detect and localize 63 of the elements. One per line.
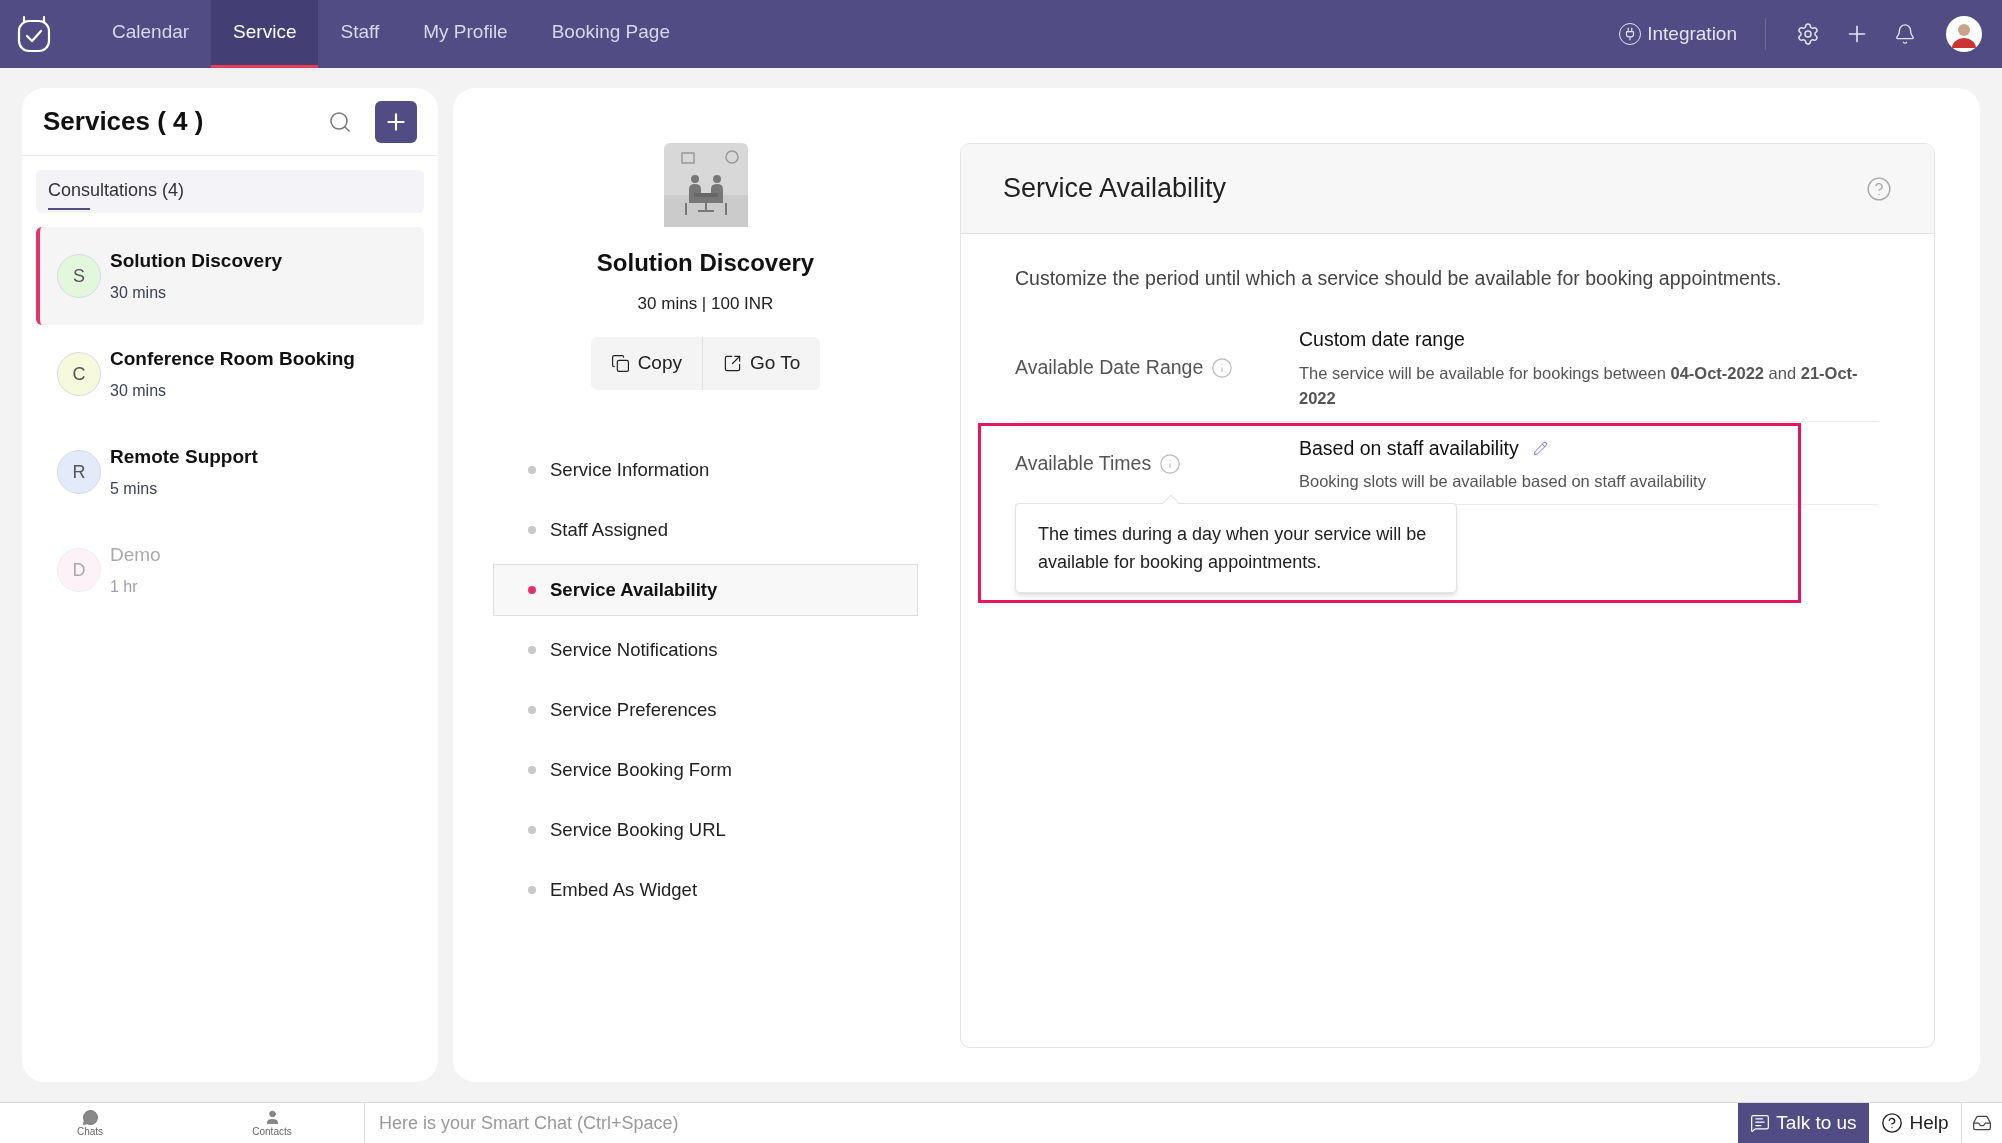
help-button[interactable]: Help — [1869, 1103, 1962, 1143]
tooltip-text: The times during a day when your service will be available for booking appointments. — [1038, 523, 1428, 574]
card-description: Customize the period until which a service should be available for booking appointments. — [1015, 266, 1783, 291]
avatar-icon[interactable] — [1946, 16, 1982, 52]
nav-tab[interactable]: Booking Page — [529, 0, 692, 68]
section-menu-item[interactable]: Embed As Widget — [493, 863, 918, 916]
section-menu-item[interactable]: Service Preferences — [493, 683, 918, 736]
setting-label: Available Times — [1015, 451, 1152, 476]
chat-bubble-icon — [81, 1109, 99, 1126]
service-avatar: S — [57, 254, 101, 298]
nav-tab[interactable]: Service — [211, 0, 319, 68]
settings-icon[interactable] — [1796, 22, 1820, 46]
notification-bell-icon[interactable] — [1894, 23, 1916, 45]
setting-value: Custom date range — [1299, 327, 1465, 353]
section-menu-item[interactable]: Service Information — [493, 443, 918, 496]
service-title: Solution Discovery — [596, 248, 815, 278]
chats-button[interactable]: Chats — [0, 1103, 180, 1143]
service-list-item[interactable]: R Remote Support 5 mins — [36, 423, 424, 521]
copy-icon — [610, 353, 630, 373]
service-list-item[interactable]: S Solution Discovery 30 mins — [36, 227, 424, 325]
action-button[interactable]: Go To — [702, 336, 821, 390]
inbox-icon[interactable] — [1972, 1113, 1992, 1133]
service-name: Remote Support — [110, 444, 258, 469]
service-duration: 30 mins — [110, 381, 168, 402]
setting-note: The service will be available for bookings between 04-Oct-2022 and 21-Oct-2022 — [1299, 362, 1859, 409]
service-avatar: D — [57, 548, 101, 592]
chat-icon — [1750, 1113, 1771, 1133]
smart-chat-field[interactable]: Here is your Smart Chat (Ctrl+Space) — [365, 1103, 1738, 1143]
setting-note: Booking slots will be available based on staff availability — [1299, 470, 1706, 492]
panel-title: Services ( 4 ) — [43, 105, 205, 138]
service-duration: 30 mins — [110, 283, 168, 304]
help-icon — [1881, 1112, 1904, 1134]
nav-tab[interactable]: Staff — [318, 0, 402, 68]
service-avatar: C — [57, 352, 101, 396]
search-icon[interactable] — [328, 109, 352, 134]
service-avatar: R — [57, 450, 101, 494]
integration-button[interactable]: Integration — [1619, 18, 1766, 50]
calendar-check-logo — [16, 15, 52, 53]
nav-tab[interactable]: My Profile — [401, 0, 530, 68]
add-service-button[interactable] — [375, 100, 417, 143]
section-menu-item[interactable]: Service Booking Form — [493, 743, 918, 796]
setting-label: Available Date Range — [1015, 355, 1204, 381]
service-name: Demo — [110, 542, 161, 567]
card-title: Service Availability — [1003, 172, 1228, 206]
external-link-icon — [723, 353, 742, 373]
service-name: Solution Discovery — [110, 248, 283, 273]
contacts-button[interactable]: Contacts — [180, 1103, 365, 1143]
service-duration: 5 mins — [110, 479, 159, 500]
service-meta: 30 mins | 100 INR — [637, 293, 774, 315]
category-label: Consultations (4) — [48, 179, 185, 202]
service-name: Conference Room Booking — [110, 346, 355, 371]
service-duration: 1 hr — [110, 577, 139, 598]
section-menu-item[interactable]: Staff Assigned — [493, 503, 918, 556]
section-menu-item[interactable]: Service Booking URL — [493, 803, 918, 856]
talk-to-us-button[interactable]: Talk to us — [1738, 1103, 1869, 1143]
setting-value: Based on staff availability — [1299, 435, 1519, 461]
section-menu-item[interactable]: Service Notifications — [493, 623, 918, 676]
section-menu-item[interactable]: Service Availability — [493, 563, 918, 616]
action-button[interactable]: Copy — [590, 336, 702, 390]
nav-tab[interactable]: Calendar — [90, 0, 212, 68]
service-list-item[interactable]: C Conference Room Booking 30 mins — [36, 325, 424, 423]
edit-icon[interactable] — [1532, 440, 1548, 456]
category-tab[interactable]: Consultations (4) — [36, 170, 424, 213]
